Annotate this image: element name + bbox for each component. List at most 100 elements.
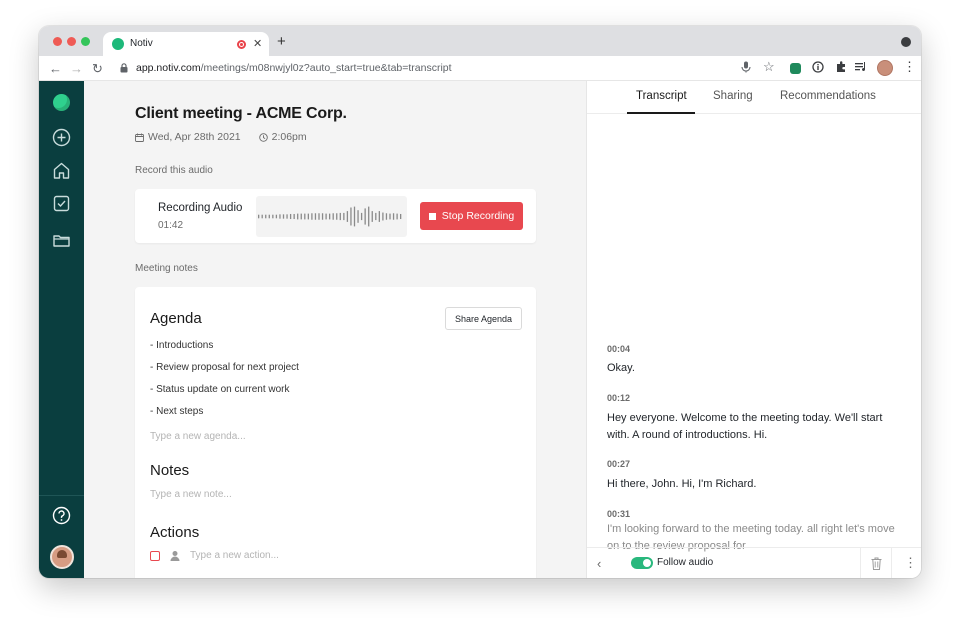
- waveform-bar: [289, 213, 292, 220]
- assignee-person-icon[interactable]: [169, 550, 181, 562]
- notiv-extension-icon[interactable]: [790, 63, 801, 74]
- clock-icon: [258, 132, 268, 142]
- waveform-bar: [332, 213, 334, 220]
- page-title: Client meeting - ACME Corp.: [135, 105, 347, 122]
- agenda-item[interactable]: - Next steps: [150, 406, 203, 417]
- forward-arrow-icon[interactable]: →: [70, 61, 83, 76]
- waveform-bar: [353, 206, 356, 227]
- agenda-item[interactable]: - Review proposal for next project: [150, 362, 299, 373]
- maximize-window-button[interactable]: [81, 37, 90, 46]
- recording-card: Recording Audio 01:42 Stop Recording: [135, 189, 536, 243]
- reload-icon[interactable]: ↻: [92, 61, 103, 77]
- tab-transcript[interactable]: Transcript: [636, 90, 687, 102]
- add-meeting-icon[interactable]: [52, 128, 71, 147]
- browser-toolbar: ← → ↻ app.notiv.com/meetings/m08nwjyl0z?…: [39, 56, 921, 81]
- media-control-icon[interactable]: [855, 61, 868, 73]
- notes-section-label: Meeting notes: [135, 263, 198, 274]
- microphone-icon[interactable]: [741, 61, 751, 73]
- waveform-bar: [382, 212, 384, 221]
- waveform-bar: [350, 207, 352, 226]
- waveform-bars: [258, 206, 402, 227]
- calendar-icon: [135, 133, 144, 142]
- waveform-bar: [321, 213, 324, 220]
- back-arrow-icon[interactable]: ←: [49, 61, 62, 76]
- agenda-item[interactable]: - Introductions: [150, 340, 213, 351]
- audio-waveform: [256, 196, 407, 237]
- waveform-bar: [360, 212, 363, 221]
- transcript-timestamp[interactable]: 00:31: [607, 509, 630, 519]
- action-input[interactable]: Type a new action...: [190, 550, 279, 561]
- transcript-timestamp[interactable]: 00:12: [607, 393, 630, 403]
- actions-heading: Actions: [150, 524, 200, 541]
- waveform-bar: [300, 213, 302, 220]
- home-icon[interactable]: [52, 161, 71, 180]
- new-tab-button[interactable]: +: [277, 33, 286, 50]
- action-checkbox[interactable]: [150, 551, 160, 561]
- transcript-line: Hey everyone. Welcome to the meeting tod…: [607, 412, 883, 441]
- meeting-date: Wed, Apr 28th 2021: [148, 131, 241, 143]
- puzzle-extensions-icon[interactable]: [835, 61, 847, 73]
- transcript-line: Okay.: [607, 362, 635, 374]
- waveform-bar: [346, 211, 349, 222]
- waveform-bar: [279, 214, 281, 219]
- transcript-timestamp[interactable]: 00:04: [607, 344, 630, 354]
- waveform-bar: [272, 214, 274, 219]
- close-tab-icon[interactable]: ✕: [253, 37, 262, 50]
- url-text: app.notiv.com/meetings/m08nwjyl0z?auto_s…: [136, 62, 452, 74]
- stop-recording-button[interactable]: Stop Recording: [420, 202, 523, 230]
- browser-menu-icon[interactable]: ⋮: [903, 59, 916, 75]
- waveform-bar: [396, 213, 398, 220]
- waveform-bar: [325, 213, 327, 220]
- waveform-bar: [318, 213, 320, 220]
- waveform-bar: [357, 210, 359, 223]
- info-extension-icon[interactable]: [812, 61, 824, 73]
- close-window-button[interactable]: [53, 37, 62, 46]
- transcript-timestamp[interactable]: 00:27: [607, 459, 630, 469]
- browser-titlebar: Notiv ✕ +: [39, 26, 921, 56]
- profile-avatar-icon[interactable]: [877, 60, 893, 76]
- waveform-bar: [385, 213, 388, 220]
- chevron-left-icon[interactable]: ‹: [597, 556, 601, 571]
- tab-sharing[interactable]: Sharing: [713, 90, 753, 102]
- recording-indicator-icon: [237, 40, 246, 49]
- user-avatar[interactable]: [50, 545, 74, 569]
- record-section-label: Record this audio: [135, 165, 213, 176]
- tab-recommendations[interactable]: Recommendations: [780, 90, 876, 102]
- follow-audio-toggle[interactable]: [631, 557, 653, 569]
- transcript-line: Hi there, John. Hi, I'm Richard.: [607, 478, 757, 490]
- waveform-bar: [268, 214, 270, 219]
- delete-button[interactable]: [860, 548, 891, 578]
- notiv-logo-icon[interactable]: [53, 94, 70, 111]
- agenda-input[interactable]: Type a new agenda...: [150, 431, 246, 442]
- meeting-meta: Wed, Apr 28th 2021 2:06pm: [135, 131, 307, 143]
- waveform-bar: [329, 213, 331, 220]
- waveform-bar: [297, 213, 299, 220]
- tasks-checkbox-icon[interactable]: [52, 194, 71, 213]
- share-agenda-button[interactable]: Share Agenda: [445, 307, 522, 330]
- agenda-item[interactable]: - Status update on current work: [150, 384, 290, 395]
- minimize-window-button[interactable]: [67, 37, 76, 46]
- notiv-favicon-icon: [112, 38, 124, 50]
- folder-icon[interactable]: [52, 231, 71, 250]
- address-bar[interactable]: app.notiv.com/meetings/m08nwjyl0z?auto_s…: [112, 58, 772, 79]
- note-input[interactable]: Type a new note...: [150, 489, 232, 500]
- tab-search-icon[interactable]: [901, 37, 911, 47]
- waveform-bar: [343, 212, 345, 221]
- waveform-bar: [378, 211, 380, 222]
- tab-title: Notiv: [130, 38, 153, 49]
- browser-tab[interactable]: Notiv ✕: [103, 32, 269, 56]
- bookmark-star-icon[interactable]: ☆: [763, 59, 775, 75]
- waveform-bar: [293, 213, 295, 220]
- app-sidebar: [39, 81, 84, 578]
- waveform-bar: [371, 211, 373, 222]
- follow-audio-label: Follow audio: [657, 557, 714, 568]
- lock-icon: [120, 63, 128, 73]
- stop-square-icon: [428, 212, 436, 220]
- more-options-button[interactable]: ⋮: [891, 548, 921, 578]
- waveform-bar: [304, 213, 306, 220]
- transcript-panel: Transcript Sharing Recommendations 00:04…: [586, 81, 921, 578]
- waveform-bar: [258, 214, 260, 219]
- help-icon[interactable]: [52, 506, 71, 525]
- panel-footer: ‹ Follow audio ⋮: [587, 547, 921, 578]
- waveform-bar: [275, 214, 278, 219]
